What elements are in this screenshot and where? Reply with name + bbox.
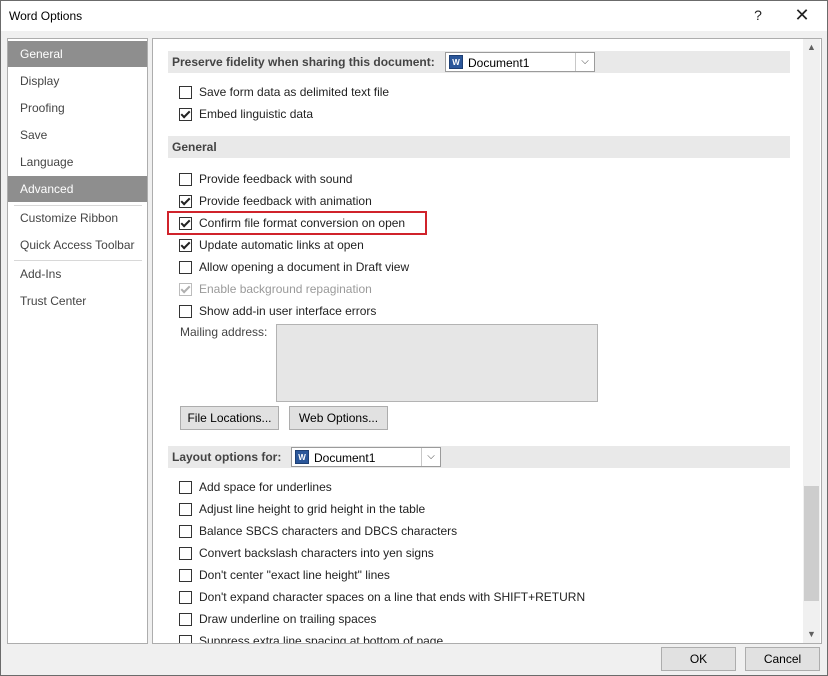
- file-locations-button[interactable]: File Locations...: [180, 406, 279, 430]
- nav-item-general[interactable]: General: [8, 41, 147, 67]
- checkbox[interactable]: [179, 261, 192, 274]
- option-label: Add space for underlines: [199, 480, 332, 494]
- option-label: Don't center "exact line height" lines: [199, 568, 390, 582]
- ok-button[interactable]: OK: [661, 647, 736, 671]
- chevron-down-icon[interactable]: ⌵: [421, 448, 440, 466]
- checkbox[interactable]: [179, 305, 192, 318]
- option-label: Save form data as delimited text file: [199, 85, 390, 99]
- nav-item-display[interactable]: Display: [8, 68, 147, 94]
- scroll-down-icon[interactable]: ▼: [803, 626, 820, 643]
- preserve-document-select[interactable]: W Document1 ⌵: [445, 52, 595, 72]
- section-title: Layout options for:: [172, 450, 282, 464]
- layout-document-select[interactable]: W Document1 ⌵: [291, 447, 441, 467]
- checkbox[interactable]: [179, 613, 192, 626]
- vertical-scrollbar[interactable]: ▲ ▼: [803, 39, 820, 643]
- option-label: Embed linguistic data: [199, 107, 314, 121]
- advanced-options-panel: Preserve fidelity when sharing this docu…: [152, 38, 822, 644]
- option-label: Enable background repagination: [199, 282, 372, 296]
- selected-document: Document1: [468, 56, 530, 70]
- option-label: Provide feedback with sound: [199, 172, 353, 186]
- option-label: Allow opening a document in Draft view: [199, 260, 410, 274]
- checkbox[interactable]: [179, 525, 192, 538]
- option-label: Balance SBCS characters and DBCS charact…: [199, 524, 458, 538]
- checkbox[interactable]: [179, 481, 192, 494]
- nav-item-quick-access-toolbar[interactable]: Quick Access Toolbar: [8, 232, 147, 258]
- checkbox[interactable]: [179, 635, 192, 643]
- selected-document: Document1: [314, 451, 376, 465]
- checkbox: [179, 283, 192, 296]
- word-document-icon: W: [295, 450, 309, 464]
- checkbox[interactable]: [179, 591, 192, 604]
- checkbox[interactable]: [179, 503, 192, 516]
- checkbox[interactable]: [179, 569, 192, 582]
- nav-item-proofing[interactable]: Proofing: [8, 95, 147, 121]
- option-label: Update automatic links at open: [199, 238, 364, 252]
- scrollbar-thumb[interactable]: [804, 486, 819, 601]
- section-title: Preserve fidelity when sharing this docu…: [172, 55, 435, 69]
- section-title: General: [172, 140, 217, 154]
- option-label: Don't expand character spaces on a line …: [199, 590, 586, 604]
- option-label: Provide feedback with animation: [199, 194, 372, 208]
- checkbox[interactable]: [179, 173, 192, 186]
- nav-item-add-ins[interactable]: Add-Ins: [8, 261, 147, 287]
- option-label: Show add-in user interface errors: [199, 304, 377, 318]
- window-title: Word Options: [9, 9, 83, 23]
- scroll-up-icon[interactable]: ▲: [803, 39, 820, 56]
- word-options-dialog: Word Options ? ✕ General Display Proofin…: [0, 0, 828, 676]
- nav-item-customize-ribbon[interactable]: Customize Ribbon: [8, 205, 147, 231]
- option-label: Draw underline on trailing spaces: [199, 612, 377, 626]
- nav-item-trust-center[interactable]: Trust Center: [8, 288, 147, 314]
- checkbox[interactable]: [179, 86, 192, 99]
- layout-options-section: Layout options for:: [168, 446, 790, 468]
- nav-item-language[interactable]: Language: [8, 149, 147, 175]
- chevron-down-icon[interactable]: ⌵: [575, 53, 594, 71]
- checkbox[interactable]: [179, 239, 192, 252]
- nav-item-save[interactable]: Save: [8, 122, 147, 148]
- mailing-address-label: Mailing address:: [180, 325, 268, 339]
- nav-item-advanced[interactable]: Advanced: [8, 176, 147, 202]
- help-icon[interactable]: ?: [749, 7, 767, 25]
- option-label: Convert backslash characters into yen si…: [199, 546, 434, 560]
- close-icon[interactable]: ✕: [791, 5, 813, 25]
- mailing-address-field[interactable]: [276, 324, 598, 402]
- checkbox[interactable]: [179, 195, 192, 208]
- cancel-button[interactable]: Cancel: [745, 647, 820, 671]
- option-label: Suppress extra line spacing at bottom of…: [199, 634, 444, 644]
- highlight-box: [167, 211, 427, 235]
- title-bar: Word Options ? ✕: [1, 1, 827, 31]
- options-nav: General Display Proofing Save Language A…: [7, 38, 148, 644]
- web-options-button[interactable]: Web Options...: [289, 406, 388, 430]
- checkbox[interactable]: [179, 108, 192, 121]
- checkbox[interactable]: [179, 547, 192, 560]
- option-label: Adjust line height to grid height in the…: [199, 502, 426, 516]
- word-document-icon: W: [449, 55, 463, 69]
- general-section: General: [168, 136, 790, 158]
